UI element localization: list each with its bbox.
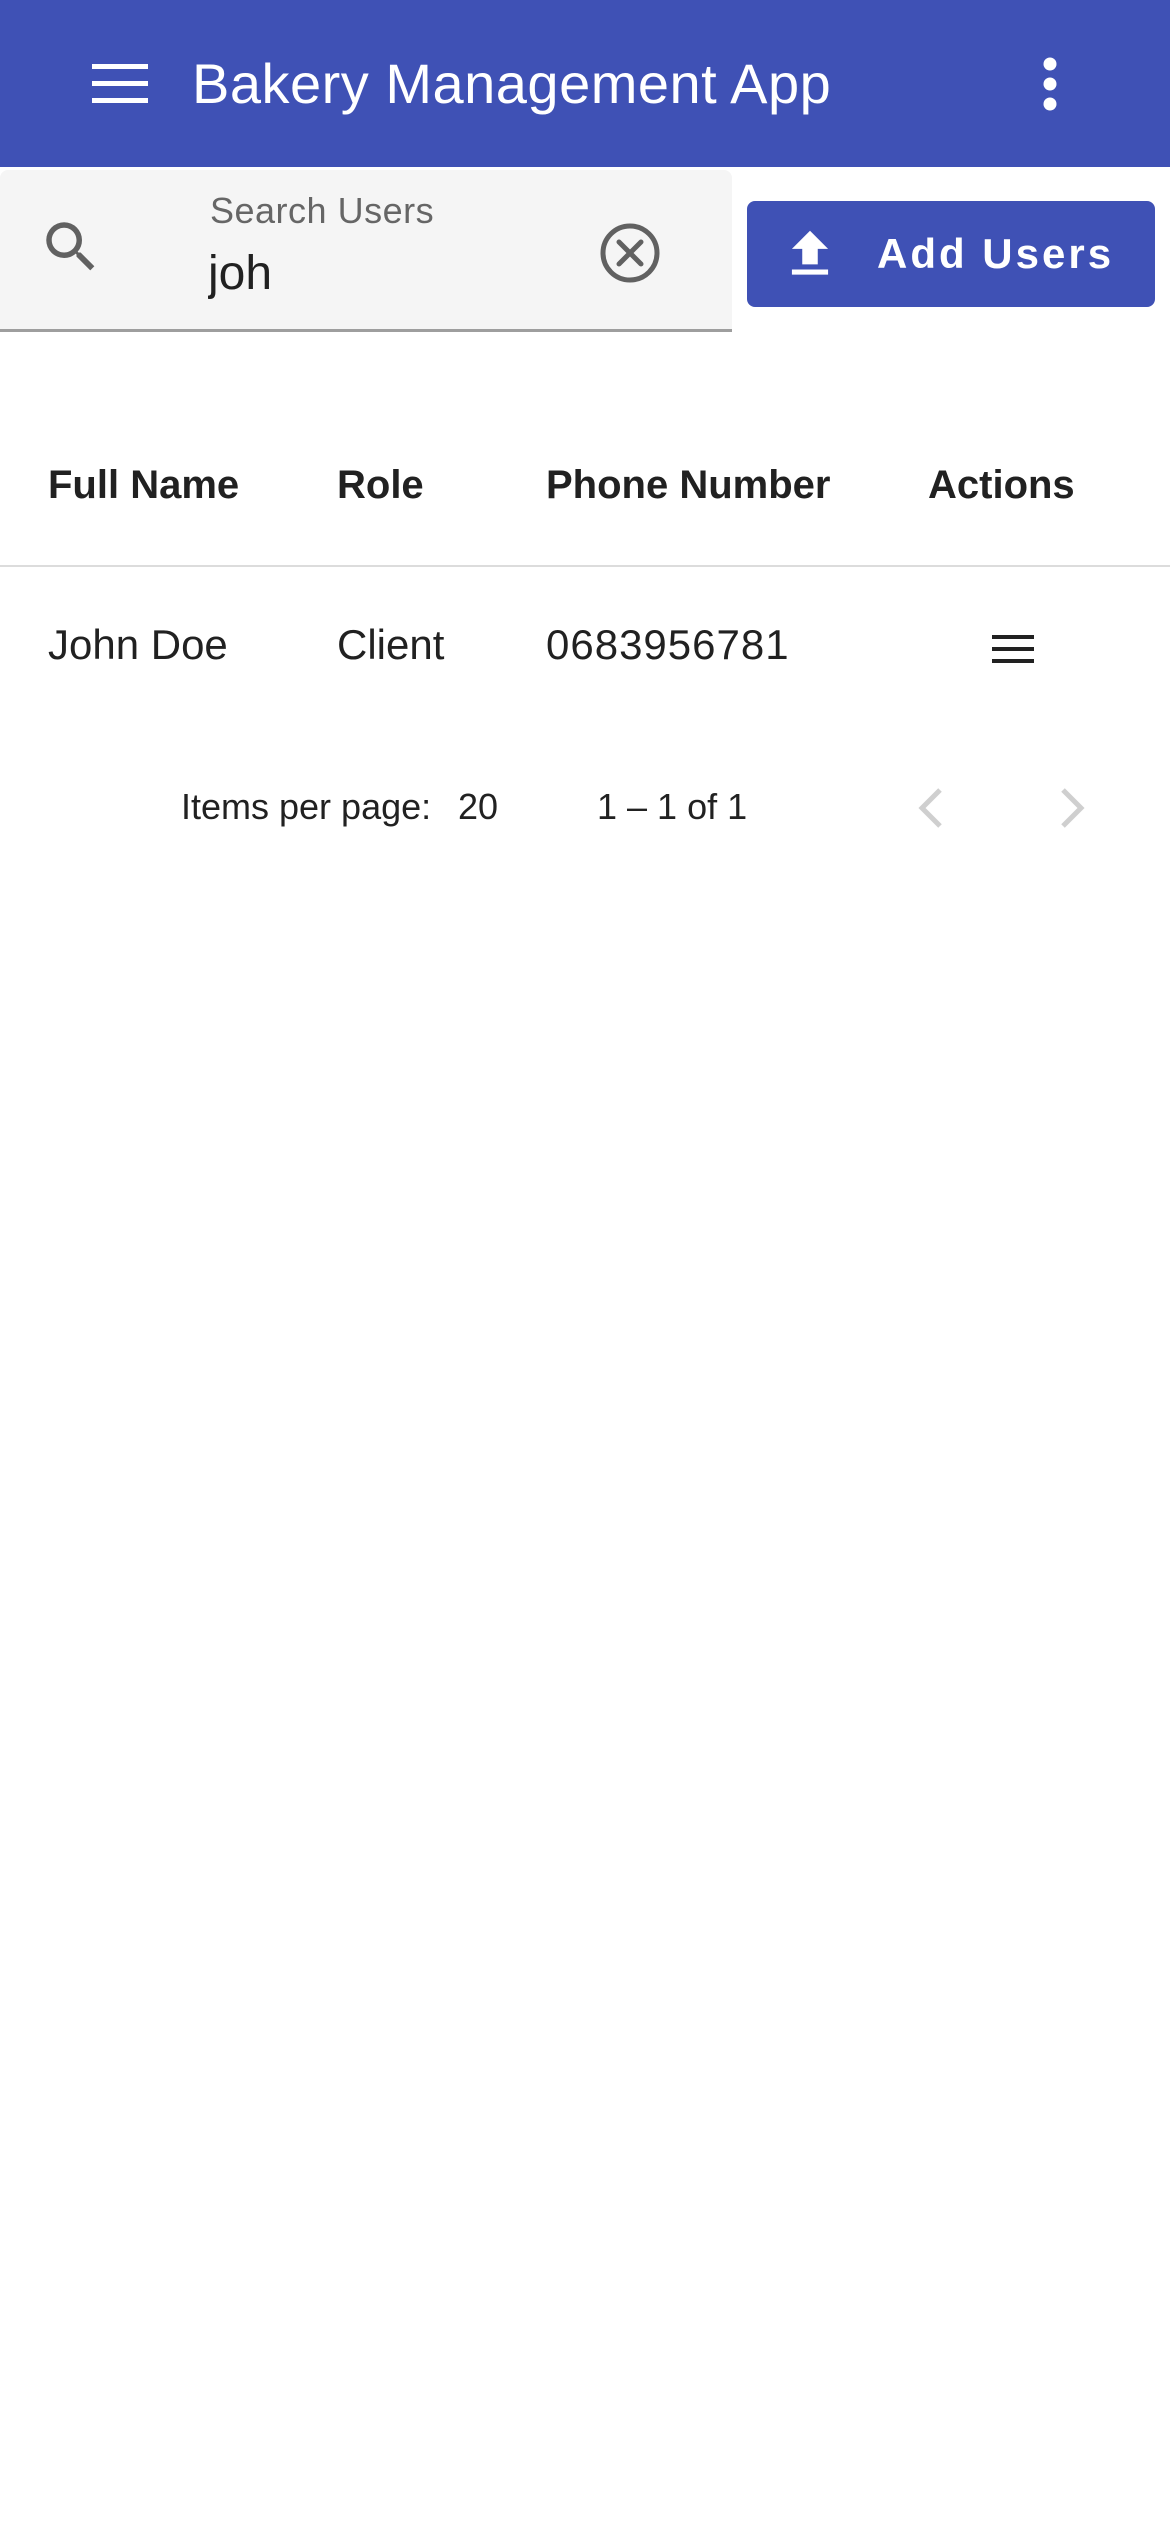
search-users-field[interactable]: Search Users (0, 170, 732, 332)
search-label: Search Users (210, 190, 435, 231)
previous-page-button[interactable] (895, 770, 965, 846)
chevron-right-icon (1061, 788, 1085, 828)
menu-icon (992, 635, 1034, 663)
more-options-button[interactable] (1010, 43, 1090, 125)
cell-full-name: John Doe (48, 621, 228, 668)
app-bar: Bakery Management App (0, 0, 1170, 167)
add-users-button[interactable]: Add Users (747, 201, 1155, 307)
next-page-button[interactable] (1038, 770, 1108, 846)
add-users-label: Add Users (877, 230, 1115, 277)
cell-role: Client (337, 621, 445, 668)
paginator: Items per page: 20 1 – 1 of 1 (0, 730, 1170, 890)
clear-search-button[interactable] (592, 215, 668, 291)
more-vert-icon (1043, 57, 1057, 111)
hamburger-menu-icon (92, 64, 148, 103)
page-size-select[interactable]: 20 (458, 786, 498, 828)
column-header-phone-number[interactable]: Phone Number (546, 463, 830, 508)
items-per-page-label: Items per page: (181, 786, 432, 827)
users-table-header: Full Name Role Phone Number Actions (0, 427, 1170, 567)
search-icon (46, 222, 95, 271)
clear-circle-icon (600, 223, 660, 283)
search-input[interactable] (208, 242, 568, 304)
page-range-label: 1 – 1 of 1 (597, 786, 748, 827)
table-row[interactable]: John Doe Client 0683956781 (0, 569, 1170, 726)
row-actions-menu-button[interactable] (970, 609, 1056, 689)
column-header-role[interactable]: Role (337, 463, 424, 508)
nav-menu-button[interactable] (70, 43, 170, 125)
column-header-actions: Actions (928, 463, 1075, 507)
cell-phone-number: 0683956781 (546, 621, 790, 668)
app-title: Bakery Management App (192, 52, 832, 115)
upload-icon (791, 230, 829, 275)
column-header-full-name[interactable]: Full Name (48, 463, 239, 508)
chevron-left-icon (918, 788, 942, 828)
